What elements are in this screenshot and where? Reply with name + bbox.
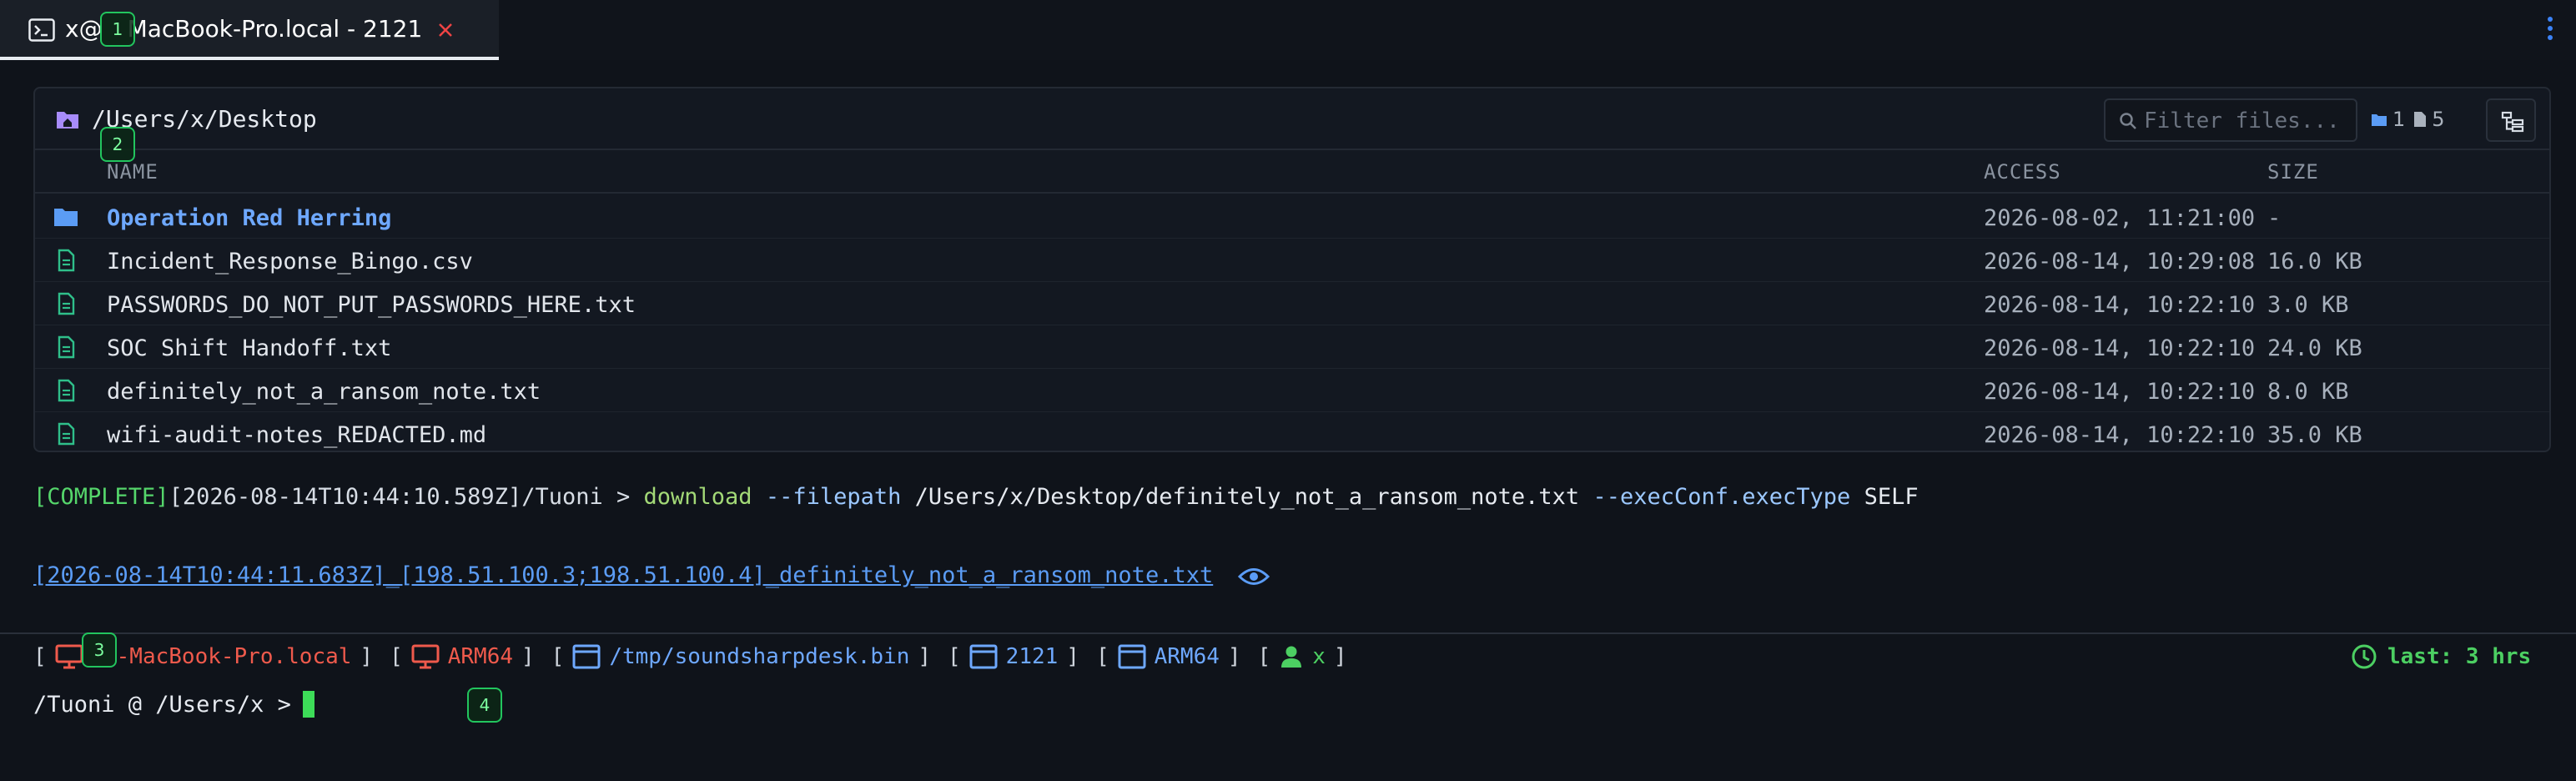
more-menu-icon[interactable]	[2546, 17, 2554, 43]
status-arch: ARM64	[411, 644, 513, 669]
row-access: 2026-08-14, 10:29:08	[1984, 249, 2256, 275]
row-access: 2026-08-14, 10:22:10	[1984, 335, 2256, 361]
tree-view-button[interactable]	[2486, 98, 2536, 142]
search-icon	[2120, 113, 2136, 129]
row-name: Incident_Response_Bingo.csv	[107, 249, 473, 275]
agent-status-bar: [ -MacBook-Pro.local ][ ARM64 ][ /tmp/so…	[33, 644, 1347, 669]
text-cursor	[302, 691, 314, 718]
status-pid: 2121	[969, 644, 1058, 669]
command-keyword: download	[643, 484, 752, 510]
tree-view-icon	[2501, 111, 2524, 133]
row-name: SOC Shift Handoff.txt	[107, 335, 392, 361]
folder-icon	[2372, 114, 2387, 126]
last-seen: last: 3 hrs	[2351, 637, 2531, 676]
folder-row[interactable]: Operation Red Herring 2026-08-02, 11:21:0…	[35, 195, 2549, 239]
row-name: PASSWORDS_DO_NOT_PUT_PASSWORDS_HERE.txt	[107, 292, 636, 318]
file-row[interactable]: PASSWORDS_DO_NOT_PUT_PASSWORDS_HERE.txt 2…	[35, 282, 2549, 325]
file-row[interactable]: definitely_not_a_ransom_note.txt 2026-08-…	[35, 369, 2549, 412]
eye-icon[interactable]	[1238, 566, 1270, 587]
row-size: 24.0 KB	[2267, 335, 2362, 361]
command-context: [2026-08-14T10:44:10.589Z]/Tuoni >	[169, 484, 644, 510]
download-link[interactable]: [2026-08-14T10:44:11.683Z]_[198.51.100.3…	[33, 562, 1213, 588]
row-size: 3.0 KB	[2267, 292, 2349, 318]
home-folder-icon	[57, 112, 78, 128]
folder-icon	[54, 209, 78, 226]
file-row[interactable]: Incident_Response_Bingo.csv 2026-08-14, 1…	[35, 239, 2549, 282]
command-status: [COMPLETE]	[33, 484, 169, 510]
monitor-icon	[411, 644, 440, 669]
status-user: x	[1279, 644, 1326, 669]
row-size: 35.0 KB	[2267, 422, 2362, 448]
file-icon	[58, 292, 75, 315]
prompt-text: /Tuoni @ /Users/x >	[33, 691, 291, 718]
command-arg-filepath: /Users/x/Desktop/definitely_not_a_ransom…	[914, 484, 1580, 510]
file-browser-panel: /Users/x/Desktop 1 5	[33, 87, 2551, 452]
status-binary: /tmp/soundsharpdesk.bin	[572, 644, 909, 669]
status-process-arch: ARM64	[1118, 644, 1220, 669]
command-flag-filepath: --filepath	[765, 484, 902, 510]
row-name: definitely_not_a_ransom_note.txt	[107, 379, 541, 405]
row-size: 16.0 KB	[2267, 249, 2362, 275]
row-access: 2026-08-02, 11:21:00	[1984, 205, 2256, 231]
row-access: 2026-08-14, 10:22:10	[1984, 422, 2256, 448]
clock-icon	[2352, 644, 2377, 669]
file-row[interactable]: SOC Shift Handoff.txt 2026-08-14, 10:22:1…	[35, 325, 2549, 369]
window-icon	[572, 644, 601, 669]
monitor-icon	[55, 644, 83, 669]
window-icon	[969, 644, 998, 669]
file-row[interactable]: wifi-audit-notes_REDACTED.md 2026-08-14, …	[35, 412, 2549, 456]
row-name: Operation Red Herring	[107, 205, 392, 231]
file-icon	[58, 379, 75, 402]
window-icon	[1118, 644, 1146, 669]
row-size: 8.0 KB	[2267, 379, 2349, 405]
item-counts: 1 5	[2371, 107, 2445, 132]
file-icon	[2414, 112, 2427, 127]
status-separator	[0, 632, 2576, 634]
command-flag-exectype: --execConf.execType	[1592, 484, 1851, 510]
session-tab[interactable]: x@ MacBook-Pro.local - 2121	[0, 0, 499, 60]
file-icon	[58, 335, 75, 359]
row-size: -	[2267, 205, 2282, 231]
close-icon[interactable]	[435, 20, 455, 40]
column-size[interactable]: SIZE	[2267, 160, 2319, 184]
marker-3: 3	[82, 632, 117, 668]
command-arg-exectype: SELF	[1864, 484, 1919, 510]
file-icon	[58, 422, 75, 446]
marker-1: 1	[100, 12, 135, 47]
filter-input[interactable]	[2144, 107, 2352, 135]
command-line: [COMPLETE][2026-08-14T10:44:10.589Z]/Tuo…	[33, 484, 1919, 510]
terminal-icon	[28, 18, 55, 42]
panel-header: /Users/x/Desktop 1 5	[35, 88, 2549, 150]
marker-2: 2	[100, 127, 135, 162]
row-access: 2026-08-14, 10:22:10	[1984, 379, 2256, 405]
row-access: 2026-08-14, 10:22:10	[1984, 292, 2256, 318]
row-name: wifi-audit-notes_REDACTED.md	[107, 422, 487, 448]
marker-4: 4	[467, 688, 502, 723]
column-access[interactable]: ACCESS	[1984, 160, 2061, 184]
column-name[interactable]: NAME	[107, 160, 158, 184]
tab-bar: x@ MacBook-Pro.local - 2121	[0, 0, 2576, 60]
folder-count: 1	[2371, 108, 2405, 131]
filter-box[interactable]	[2104, 98, 2357, 142]
user-icon	[1281, 646, 1302, 668]
command-prompt[interactable]: /Tuoni @ /Users/x >	[33, 691, 314, 718]
table-header: NAME ACCESS SIZE	[35, 150, 2549, 194]
file-icon	[58, 249, 75, 272]
file-count: 5	[2413, 108, 2445, 131]
